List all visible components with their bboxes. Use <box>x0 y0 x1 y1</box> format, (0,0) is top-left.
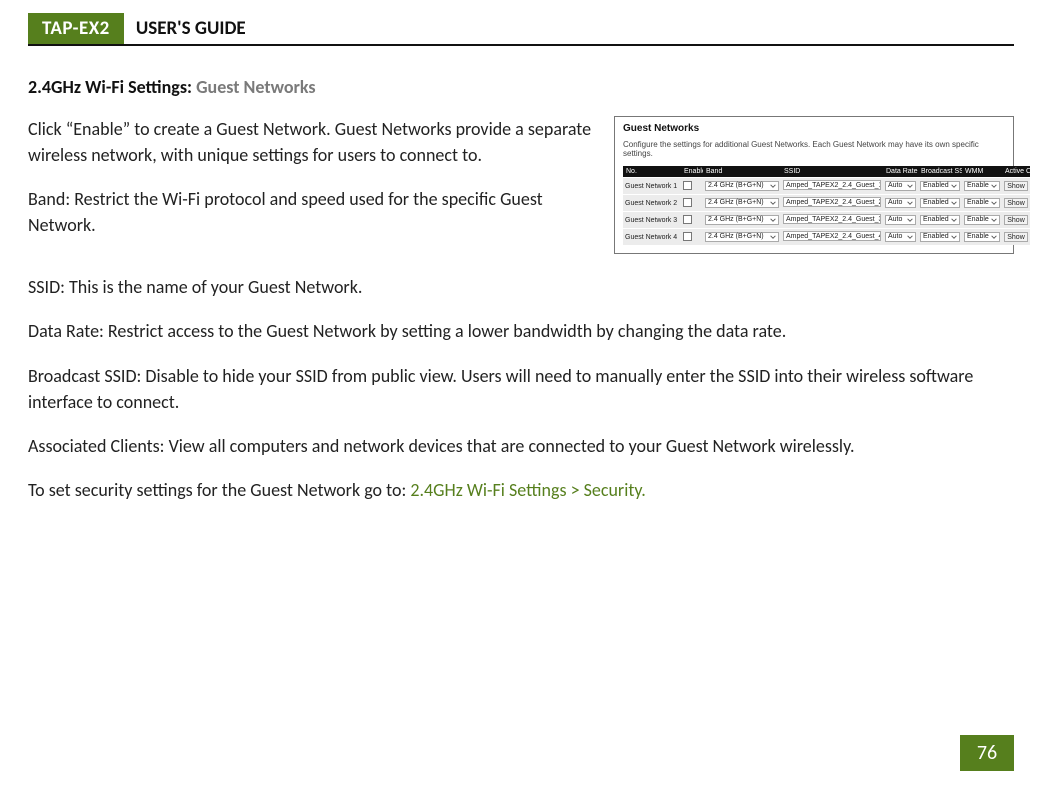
band-select[interactable]: 2.4 GHz (B+G+N) <box>705 232 779 242</box>
wmm-select[interactable]: Enabled <box>964 198 1000 208</box>
chevron-down-icon <box>951 234 957 240</box>
broadcast-select[interactable]: Enabled <box>920 181 960 191</box>
band-select[interactable]: 2.4 GHz (B+G+N) <box>705 198 779 208</box>
enable-checkbox[interactable] <box>683 215 692 224</box>
chevron-down-icon <box>991 183 997 189</box>
section-heading: 2.4GHz Wi-Fi Settings: Guest Networks <box>28 76 1014 98</box>
col-acl: Active Client List <box>1002 166 1030 178</box>
col-rate: Data Rate <box>883 166 918 178</box>
paragraph: Associated Clients: View all computers a… <box>28 433 1014 459</box>
row-label: Guest Network 1 <box>623 178 681 195</box>
paragraph: Broadcast SSID: Disable to hide your SSI… <box>28 363 1014 415</box>
ssid-input[interactable]: Amped_TAPEX2_2.4_Guest_4 <box>783 231 881 241</box>
col-ssid: SSID <box>781 166 883 178</box>
paragraph: Band: Restrict the Wi-Fi protocol and sp… <box>28 186 592 238</box>
chevron-down-icon <box>907 200 913 206</box>
rate-select[interactable]: Auto <box>885 232 916 242</box>
chevron-down-icon <box>907 183 913 189</box>
guest-networks-table: No. Enable Band SSID Data Rate Broadcast… <box>623 166 1030 245</box>
wmm-select[interactable]: Enabled <box>964 215 1000 225</box>
broadcast-select[interactable]: Enabled <box>920 232 960 242</box>
paragraph-text: To set security settings for the Guest N… <box>28 479 410 501</box>
chevron-down-icon <box>951 200 957 206</box>
paragraph: Click “Enable” to create a Guest Network… <box>28 116 592 168</box>
chevron-down-icon <box>907 234 913 240</box>
table-row: Guest Network 4 2.4 GHz (B+G+N) Amped_TAPE… <box>623 229 1030 246</box>
show-button[interactable]: Show <box>1004 198 1028 208</box>
header-rule <box>28 44 1014 46</box>
table-row: Guest Network 2 2.4 GHz (B+G+N) Amped_TAPE… <box>623 195 1030 212</box>
product-badge: TAP-EX2 <box>28 13 124 44</box>
show-button[interactable]: Show <box>1004 215 1028 225</box>
col-enable: Enable <box>681 166 703 178</box>
chevron-down-icon <box>770 217 776 223</box>
col-bssid: Broadcast SSID <box>918 166 962 178</box>
chevron-down-icon <box>951 183 957 189</box>
enable-checkbox[interactable] <box>683 198 692 207</box>
ssid-input[interactable]: Amped_TAPEX2_2.4_Guest_2 <box>783 197 881 207</box>
figure-desc: Configure the settings for additional Gu… <box>623 140 1005 158</box>
rate-select[interactable]: Auto <box>885 215 916 225</box>
paragraph: SSID: This is the name of your Guest Net… <box>28 274 1014 300</box>
enable-checkbox[interactable] <box>683 181 692 190</box>
row-label: Guest Network 3 <box>623 212 681 229</box>
chevron-down-icon <box>770 200 776 206</box>
ssid-input[interactable]: Amped_TAPEX2_2.4_Guest_3 <box>783 214 881 224</box>
section-heading-main: 2.4GHz Wi-Fi Settings: <box>28 76 192 98</box>
paragraph: Data Rate: Restrict access to the Guest … <box>28 318 1014 344</box>
paragraph: To set security settings for the Guest N… <box>28 477 1014 503</box>
chevron-down-icon <box>951 217 957 223</box>
guest-networks-figure: Guest Networks Configure the settings fo… <box>614 116 1014 254</box>
enable-checkbox[interactable] <box>683 232 692 241</box>
page-number: 76 <box>960 735 1014 771</box>
chevron-down-icon <box>907 217 913 223</box>
nav-path-link: 2.4GHz Wi-Fi Settings > Security. <box>410 479 646 501</box>
figure-title: Guest Networks <box>623 123 1005 134</box>
show-button[interactable]: Show <box>1004 181 1028 191</box>
chevron-down-icon <box>991 234 997 240</box>
ssid-input[interactable]: Amped_TAPEX2_2.4_Guest_1 <box>783 180 881 190</box>
chevron-down-icon <box>770 183 776 189</box>
col-no: No. <box>623 166 681 178</box>
doc-header: TAP-EX2 USER'S GUIDE <box>28 8 1014 44</box>
row-label: Guest Network 4 <box>623 229 681 246</box>
chevron-down-icon <box>770 234 776 240</box>
col-wmm: WMM <box>962 166 1002 178</box>
section-heading-sub: Guest Networks <box>196 76 316 98</box>
broadcast-select[interactable]: Enabled <box>920 198 960 208</box>
row-label: Guest Network 2 <box>623 195 681 212</box>
table-header-row: No. Enable Band SSID Data Rate Broadcast… <box>623 166 1030 178</box>
rate-select[interactable]: Auto <box>885 198 916 208</box>
chevron-down-icon <box>991 200 997 206</box>
show-button[interactable]: Show <box>1004 232 1028 242</box>
col-band: Band <box>703 166 781 178</box>
band-select[interactable]: 2.4 GHz (B+G+N) <box>705 181 779 191</box>
chevron-down-icon <box>991 217 997 223</box>
wmm-select[interactable]: Enabled <box>964 232 1000 242</box>
broadcast-select[interactable]: Enabled <box>920 215 960 225</box>
table-row: Guest Network 1 2.4 GHz (B+G+N) Amped_TAPE… <box>623 178 1030 195</box>
wmm-select[interactable]: Enabled <box>964 181 1000 191</box>
rate-select[interactable]: Auto <box>885 181 916 191</box>
table-row: Guest Network 3 2.4 GHz (B+G+N) Amped_TAPE… <box>623 212 1030 229</box>
doc-title: USER'S GUIDE <box>124 13 246 44</box>
band-select[interactable]: 2.4 GHz (B+G+N) <box>705 215 779 225</box>
